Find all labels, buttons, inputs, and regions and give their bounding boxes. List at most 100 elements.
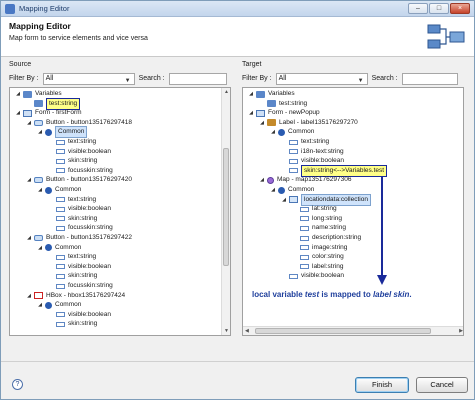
expand-toggle-icon[interactable]: ◢ [37, 243, 43, 253]
target-tree-row[interactable]: skin:string<-->Variables.test [281, 164, 388, 177]
expand-toggle-icon[interactable]: ◢ [26, 118, 32, 128]
expand-toggle-icon[interactable]: ◢ [37, 185, 43, 195]
variables-icon [256, 90, 265, 98]
source-tree-row[interactable]: focusskin:string [48, 281, 113, 291]
source-filter-select[interactable]: All ▼ [42, 72, 135, 85]
source-tree-row[interactable]: visible:boolean [48, 310, 111, 320]
target-search-input[interactable] [401, 72, 458, 85]
expand-toggle-icon[interactable]: ◢ [26, 175, 32, 185]
mapping-editor-window: Mapping Editor – □ × Mapping Editor Map … [0, 0, 475, 400]
source-tree-row[interactable]: test:string [26, 97, 81, 110]
target-tree-row[interactable]: ◢ Label - label135176297270 [259, 118, 358, 128]
target-tree-row[interactable]: ◢ Variables [248, 89, 295, 99]
target-tree-row[interactable]: image:string [292, 243, 347, 253]
expand-toggle-icon[interactable]: ◢ [248, 89, 254, 99]
source-tree-row[interactable]: ◢ Form - firstForm [15, 108, 82, 118]
property-icon [56, 225, 65, 231]
source-scroll-thumb[interactable] [223, 148, 229, 266]
source-tree-row[interactable]: skin:string [48, 271, 97, 281]
source-tree-row[interactable]: ◢ Button - button135176297422 [26, 233, 132, 243]
expand-toggle-icon[interactable]: ◢ [270, 127, 276, 137]
property-icon [300, 245, 309, 251]
cancel-button[interactable]: Cancel [416, 377, 468, 393]
button-icon [34, 177, 43, 184]
maximize-button[interactable]: □ [429, 3, 449, 14]
scroll-up-icon[interactable]: ▲ [224, 89, 229, 95]
source-tree-row[interactable]: focusskin:string [48, 166, 113, 176]
expand-toggle-icon[interactable]: ◢ [15, 89, 21, 99]
target-tree-row[interactable]: ◢ Map - map135176297306 [259, 175, 351, 185]
target-tree-row[interactable]: ◢ Form - newPopup [248, 108, 320, 118]
target-tree-label: Common [288, 128, 315, 136]
property-icon [56, 254, 65, 260]
source-tree-label: focusskin:string [68, 282, 113, 289]
target-tree-row[interactable]: description:string [292, 233, 361, 243]
target-scroll-thumb[interactable] [255, 328, 431, 334]
target-tree-row[interactable]: visible:boolean [281, 271, 344, 281]
source-tree-row[interactable]: text:string [48, 195, 96, 205]
source-tree-label: Common [55, 186, 82, 193]
source-vertical-scrollbar[interactable]: ▲ ▼ [221, 88, 230, 335]
target-tree-row[interactable]: lat:string [292, 204, 337, 214]
help-button[interactable]: ? [12, 379, 23, 390]
expand-toggle-icon[interactable]: ◢ [37, 300, 43, 310]
expand-toggle-icon[interactable]: ◢ [270, 185, 276, 195]
source-tree-row[interactable]: visible:boolean [48, 147, 111, 157]
property-icon [300, 254, 309, 260]
source-tree-row[interactable]: ◢ Common [37, 300, 81, 310]
scroll-right-icon[interactable]: ▶ [459, 328, 463, 334]
finish-button[interactable]: Finish [355, 377, 409, 393]
source-tree-row[interactable]: ◢ Common [37, 243, 81, 253]
source-tree-row[interactable]: text:string [48, 252, 96, 262]
expand-toggle-icon[interactable]: ◢ [26, 233, 32, 243]
common-icon [45, 186, 52, 194]
source-tree-row[interactable]: visible:boolean [48, 262, 111, 272]
source-tree-label: skin:string [68, 272, 98, 280]
minimize-button[interactable]: – [408, 3, 428, 14]
target-tree-row[interactable]: ◢ Common [270, 127, 314, 137]
expand-toggle-icon[interactable]: ◢ [281, 195, 287, 205]
source-tree-row[interactable]: skin:string [48, 319, 97, 329]
scroll-left-icon[interactable]: ◀ [245, 328, 249, 334]
expand-toggle-icon[interactable]: ◢ [259, 175, 265, 185]
target-tree-label: image:string [312, 243, 348, 251]
expand-toggle-icon[interactable]: ◢ [248, 108, 254, 118]
target-horizontal-scrollbar[interactable]: ◀ ▶ [243, 326, 463, 335]
expand-toggle-icon[interactable]: ◢ [26, 291, 32, 301]
property-icon [300, 264, 309, 270]
source-tree-row[interactable]: skin:string [48, 214, 97, 224]
target-tree-row[interactable]: name:string [292, 223, 346, 233]
target-tree-row[interactable]: label:string [292, 262, 343, 272]
scroll-down-icon[interactable]: ▼ [224, 328, 229, 334]
source-tree-row[interactable]: focusskin:string [48, 223, 113, 233]
target-tree-row[interactable]: color:string [292, 252, 344, 262]
target-tree-row[interactable]: long:string [292, 214, 342, 224]
close-button[interactable]: × [450, 3, 470, 14]
collection-icon [289, 196, 298, 204]
source-tree-label: focusskin:string [68, 224, 113, 232]
source-tree-row[interactable]: ◢ Button - button135176297420 [26, 175, 132, 185]
source-panel-label: Source [9, 61, 32, 68]
source-tree-row[interactable]: ◢ Common [37, 185, 81, 195]
expand-toggle-icon[interactable]: ◢ [259, 118, 265, 128]
target-filter-select[interactable]: All ▼ [275, 72, 368, 85]
source-tree-row[interactable]: ◢ Common [37, 126, 88, 139]
target-tree-row[interactable]: i18n-text:string [281, 147, 344, 157]
source-search-input[interactable] [168, 72, 227, 85]
source-tree-row[interactable]: skin:string [48, 156, 97, 166]
target-filter-value: All [278, 74, 287, 82]
expand-toggle-icon[interactable]: ◢ [37, 127, 43, 137]
source-tree-row[interactable]: visible:boolean [48, 204, 111, 214]
expand-toggle-icon[interactable]: ◢ [15, 108, 21, 118]
source-tree-row[interactable]: ◢ HBox - hbox135176297424 [26, 291, 125, 301]
property-icon [300, 225, 309, 231]
source-tree[interactable]: ▲ ▼ ◢ Variables test:string ◢ Form - firstFo… [9, 87, 231, 336]
source-tree-row[interactable]: text:string [48, 137, 96, 147]
target-tree-row[interactable]: test:string [259, 99, 307, 109]
target-tree-row[interactable]: ◢ locationdata:collection [281, 193, 371, 206]
property-icon [56, 273, 65, 279]
chevron-down-icon: ▼ [357, 77, 364, 84]
target-tree-row[interactable]: text:string [281, 137, 329, 147]
source-tree-label: visible:boolean [68, 310, 112, 318]
source-tree-label: Common [55, 301, 82, 309]
